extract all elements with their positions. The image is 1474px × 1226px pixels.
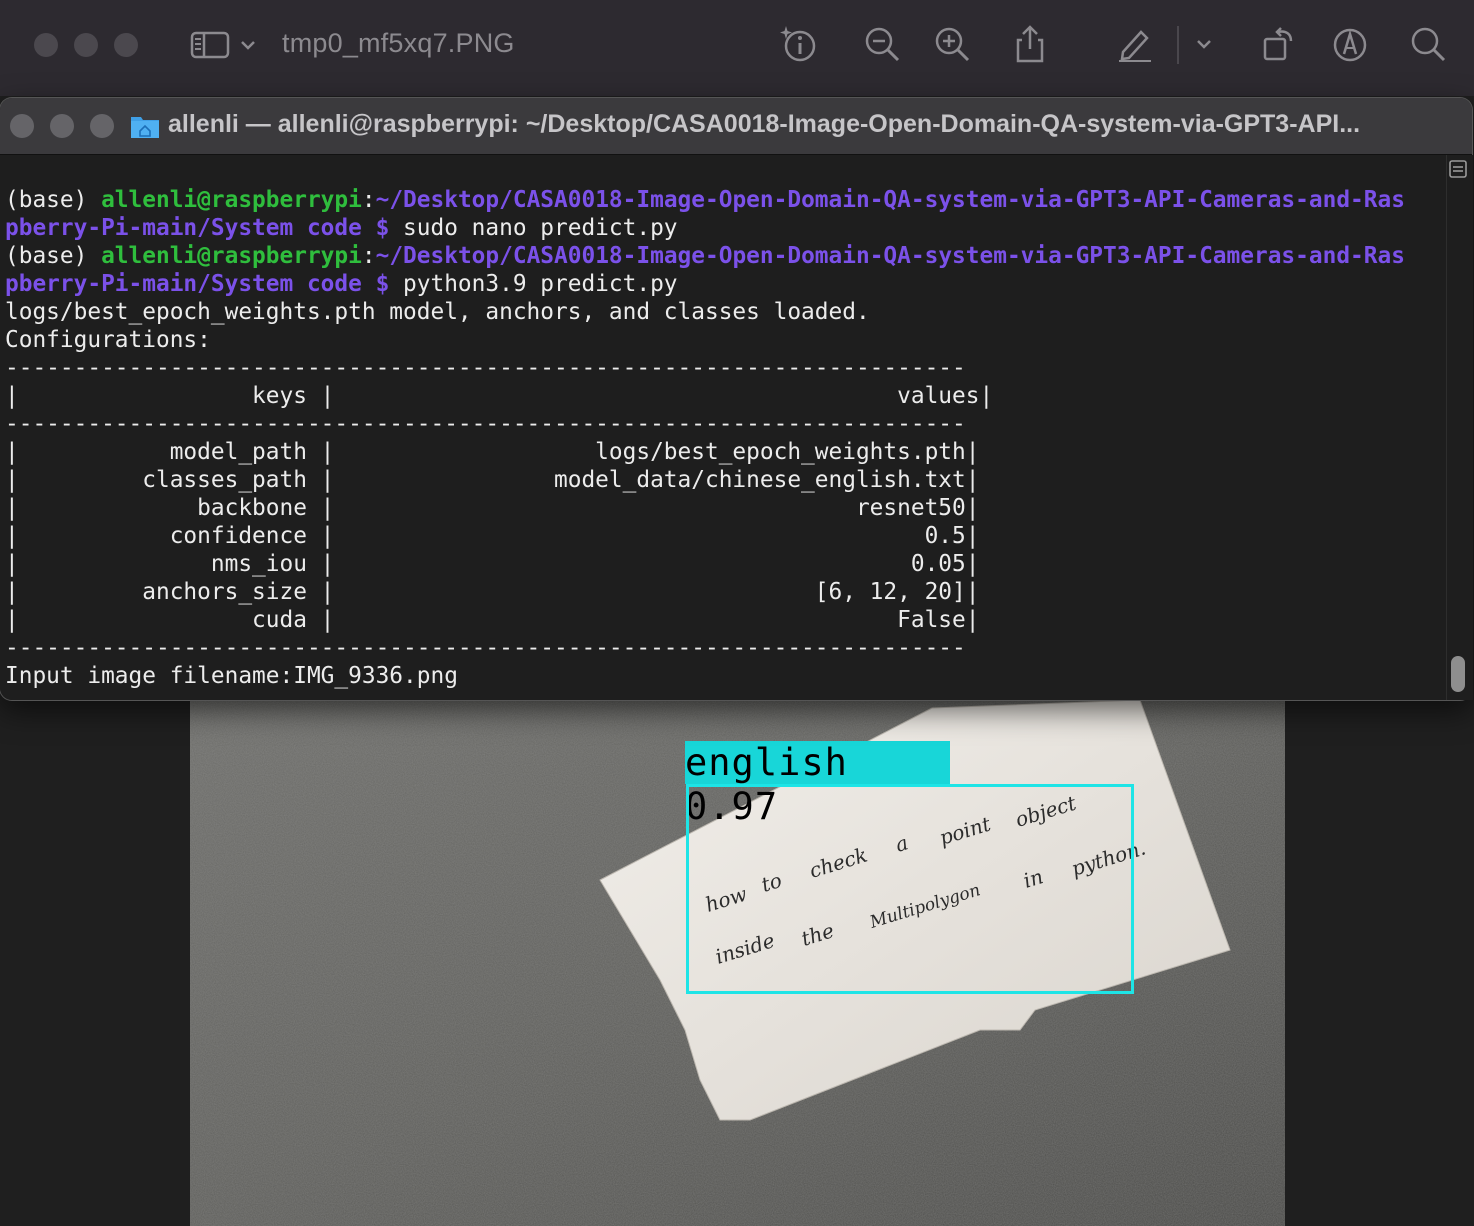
terminal-output-line: Configurations: (5, 327, 211, 353)
table-row: | classes_path | model_data/chinese_engl… (5, 467, 980, 493)
terminal-titlebar: allenli — allenli@raspberrypi: ~/Desktop… (0, 98, 1472, 155)
document-title: tmp0_mf5xq7.PNG (282, 28, 515, 58)
chevron-down-icon[interactable] (238, 30, 258, 60)
prompt-user: allenli@raspberrypi (101, 243, 362, 269)
minimize-window-button[interactable] (50, 114, 74, 138)
zoom-window-button[interactable] (114, 33, 138, 57)
prompt-env: (base) (5, 187, 102, 213)
command-text: sudo nano predict.py (389, 215, 678, 241)
viewer-titlebar: tmp0_mf5xq7.PNG (0, 0, 1474, 96)
zoom-out-icon[interactable] (862, 24, 902, 64)
terminal-line: pberry-Pi-main/System code $ sudo nano p… (5, 214, 678, 242)
prompt-path: pberry-Pi-main/System code $ (5, 215, 390, 241)
prompt-user: allenli@raspberrypi (101, 187, 362, 213)
terminal-line: (base) allenli@raspberrypi:~/Desktop/CAS… (5, 186, 1405, 214)
table-row: | backbone | resnet50| (5, 495, 980, 521)
prompt-path: pberry-Pi-main/System code $ (5, 271, 390, 297)
table-row: | nms_iou | 0.05| (5, 551, 980, 577)
table-rule: ----------------------------------------… (5, 635, 966, 661)
table-rule: ----------------------------------------… (5, 411, 966, 437)
table-row: | cuda | False| (5, 607, 980, 633)
close-window-button[interactable] (10, 114, 34, 138)
markup-pen-icon[interactable] (1115, 24, 1155, 64)
minimize-window-button[interactable] (74, 33, 98, 57)
terminal-title: allenli — allenli@raspberrypi: ~/Desktop… (168, 110, 1361, 138)
scrollbar-thumb[interactable] (1451, 656, 1465, 692)
markup-circle-icon[interactable] (1330, 24, 1370, 64)
prompt-path: ~/Desktop/CASA0018-Image-Open-Domain-QA-… (375, 187, 1405, 213)
close-window-button[interactable] (34, 33, 58, 57)
prompt-colon: : (361, 243, 376, 269)
table-header: | keys | values| (5, 383, 994, 409)
terminal-output-line: logs/best_epoch_weights.pth model, ancho… (5, 299, 870, 325)
table-row: | confidence | 0.5| (5, 523, 980, 549)
rotate-icon[interactable] (1258, 24, 1298, 64)
toolbar-divider (1177, 26, 1179, 64)
input-prompt-line: Input image filename:IMG_9336.png (5, 663, 458, 689)
terminal-scrollbar[interactable] (1446, 155, 1473, 700)
prompt-path: ~/Desktop/CASA0018-Image-Open-Domain-QA-… (375, 243, 1405, 269)
detection-bounding-box (686, 784, 1134, 994)
command-text: python3.9 predict.py (389, 271, 678, 297)
terminal-line: (base) allenli@raspberrypi:~/Desktop/CAS… (5, 242, 1405, 270)
zoom-window-button[interactable] (90, 114, 114, 138)
table-rule: ----------------------------------------… (5, 355, 966, 381)
home-folder-icon (131, 117, 159, 138)
zoom-in-icon[interactable] (932, 24, 972, 64)
sidebar-toggle-icon[interactable] (190, 30, 230, 60)
search-icon[interactable] (1408, 24, 1448, 64)
detection-label: english 0.97 (685, 741, 950, 828)
table-row: | model_path | logs/best_epoch_weights.p… (5, 439, 980, 465)
chevron-down-icon[interactable] (1186, 24, 1222, 64)
prompt-colon: : (361, 187, 376, 213)
scroll-marks-icon[interactable] (1448, 158, 1468, 180)
info-sparkle-icon[interactable] (778, 24, 818, 64)
prompt-env: (base) (5, 243, 102, 269)
table-row: | anchors_size | [6, 12, 20]| (5, 579, 980, 605)
terminal-line: pberry-Pi-main/System code $ python3.9 p… (5, 270, 678, 298)
share-icon[interactable] (1010, 24, 1050, 64)
